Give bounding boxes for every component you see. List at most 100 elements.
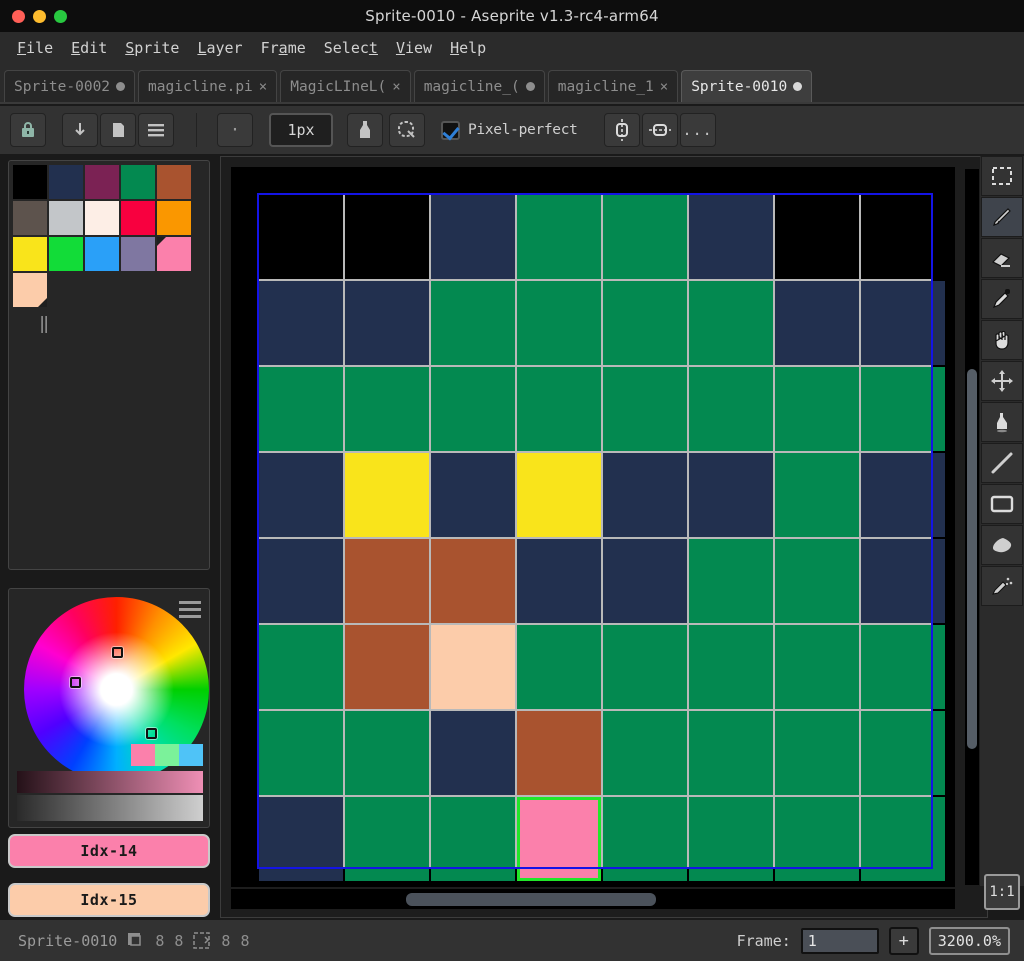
tool-blur[interactable] xyxy=(981,525,1023,565)
palette-swatch-3[interactable] xyxy=(121,165,155,199)
menu-item-layer[interactable]: Layer xyxy=(188,36,251,60)
recent-color-1[interactable] xyxy=(155,744,179,766)
tool-move[interactable] xyxy=(981,361,1023,401)
sprite-pixel-4-6[interactable] xyxy=(603,711,687,795)
sprite-pixel-0-5[interactable] xyxy=(259,625,343,709)
sprite-pixel-1-0[interactable] xyxy=(345,195,429,279)
sprite-pixel-1-4[interactable] xyxy=(345,539,429,623)
sprite-pixel-3-0[interactable] xyxy=(517,195,601,279)
hamburger-icon[interactable] xyxy=(138,113,174,147)
canvas-editor[interactable] xyxy=(220,156,988,918)
color-wheel-marker-2[interactable] xyxy=(146,728,157,739)
tool-rectangle[interactable] xyxy=(981,484,1023,524)
sprite-pixel-0-1[interactable] xyxy=(259,281,343,365)
sprite-pixel-3-5[interactable] xyxy=(517,625,601,709)
document-tab-0[interactable]: Sprite-0002 xyxy=(4,70,135,102)
sprite-pixel-3-4[interactable] xyxy=(517,539,601,623)
sprite-pixel-6-7[interactable] xyxy=(775,797,859,881)
sprite-pixel-grid[interactable] xyxy=(259,195,931,867)
palette-swatch-9[interactable] xyxy=(157,201,191,235)
paint-bucket-icon[interactable] xyxy=(347,113,383,147)
canvas-horizontal-scrollbar[interactable] xyxy=(231,889,955,909)
palette-swatch-1[interactable] xyxy=(49,165,83,199)
close-tab-icon[interactable]: × xyxy=(259,79,267,95)
sprite-pixel-1-7[interactable] xyxy=(345,797,429,881)
menu-item-view[interactable]: View xyxy=(387,36,441,60)
palette-swatch-11[interactable] xyxy=(49,237,83,271)
sprite-pixel-1-5[interactable] xyxy=(345,625,429,709)
zoom-reset-button[interactable]: 1:1 xyxy=(984,874,1020,910)
sprite-pixel-1-2[interactable] xyxy=(345,367,429,451)
lock-icon[interactable] xyxy=(10,113,46,147)
sprite-pixel-5-6[interactable] xyxy=(689,711,773,795)
sprite-pixel-7-1[interactable] xyxy=(861,281,945,365)
menu-item-sprite[interactable]: Sprite xyxy=(116,36,188,60)
add-frame-button[interactable]: + xyxy=(889,927,919,955)
document-tab-1[interactable]: magicline.pi× xyxy=(138,70,277,102)
brush-preview[interactable]: · xyxy=(217,113,253,147)
palette-swatch-4[interactable] xyxy=(157,165,191,199)
color-wheel-marker-1[interactable] xyxy=(70,677,81,688)
menu-item-file[interactable]: File xyxy=(8,36,62,60)
horizontal-scrollbar-thumb[interactable] xyxy=(406,893,656,906)
down-arrow-icon[interactable] xyxy=(62,113,98,147)
document-tab-5[interactable]: Sprite-0010 xyxy=(681,70,812,102)
sprite-pixel-4-3[interactable] xyxy=(603,453,687,537)
sprite-pixel-4-5[interactable] xyxy=(603,625,687,709)
sprite-pixel-2-0[interactable] xyxy=(431,195,515,279)
palette-swatch-13[interactable] xyxy=(121,237,155,271)
color-wheel-marker-0[interactable] xyxy=(112,647,123,658)
tool-paint-bucket[interactable] xyxy=(981,402,1023,442)
sprite-pixel-1-3[interactable] xyxy=(345,453,429,537)
sprite-pixel-3-3[interactable] xyxy=(517,453,601,537)
pixel-perfect-checkbox[interactable] xyxy=(441,121,460,140)
palette-grid[interactable] xyxy=(13,165,205,307)
close-tab-icon[interactable]: × xyxy=(392,79,400,95)
tool-spray[interactable] xyxy=(981,566,1023,606)
sprite-pixel-6-3[interactable] xyxy=(775,453,859,537)
vertical-scrollbar-thumb[interactable] xyxy=(967,369,977,749)
sprite-pixel-2-7[interactable] xyxy=(431,797,515,881)
unsaved-dot-icon[interactable] xyxy=(793,82,802,91)
palette-swatch-8[interactable] xyxy=(121,201,155,235)
sprite-pixel-4-4[interactable] xyxy=(603,539,687,623)
sprite-pixel-0-7[interactable] xyxy=(259,797,343,881)
page-icon[interactable] xyxy=(100,113,136,147)
sprite-pixel-6-0[interactable] xyxy=(775,195,859,279)
tool-rectangular-marquee[interactable] xyxy=(981,156,1023,196)
sprite-pixel-2-4[interactable] xyxy=(431,539,515,623)
document-tab-3[interactable]: magicline_( xyxy=(414,70,545,102)
sprite-pixel-6-6[interactable] xyxy=(775,711,859,795)
menu-item-help[interactable]: Help xyxy=(441,36,495,60)
palette-swatch-10[interactable] xyxy=(13,237,47,271)
sprite-pixel-6-2[interactable] xyxy=(775,367,859,451)
alpha-slider[interactable] xyxy=(17,771,203,793)
zoom-level-field[interactable]: 3200.0% xyxy=(929,927,1010,955)
document-tab-4[interactable]: magicline_1× xyxy=(548,70,678,102)
brush-size-field[interactable]: 1px xyxy=(269,113,333,147)
close-tab-icon[interactable]: × xyxy=(660,79,668,95)
sprite-pixel-5-4[interactable] xyxy=(689,539,773,623)
recent-color-2[interactable] xyxy=(179,744,203,766)
palette-swatch-12[interactable] xyxy=(85,237,119,271)
sprite-pixel-3-6[interactable] xyxy=(517,711,601,795)
canvas-vertical-scrollbar[interactable] xyxy=(965,169,979,885)
pixel-perfect-toggle[interactable]: Pixel-perfect xyxy=(441,121,578,140)
sprite-pixel-7-6[interactable] xyxy=(861,711,945,795)
sprite-pixel-7-7[interactable] xyxy=(861,797,945,881)
palette-swatch-5[interactable] xyxy=(13,201,47,235)
menu-item-frame[interactable]: Frame xyxy=(252,36,315,60)
sprite-pixel-2-3[interactable] xyxy=(431,453,515,537)
pixel-select-icon[interactable] xyxy=(389,113,425,147)
value-slider[interactable] xyxy=(17,795,203,821)
sprite-pixel-5-0[interactable] xyxy=(689,195,773,279)
recent-color-0[interactable] xyxy=(131,744,155,766)
sprite-pixel-2-1[interactable] xyxy=(431,281,515,365)
sprite-pixel-5-2[interactable] xyxy=(689,367,773,451)
symmetry-vertical-icon[interactable] xyxy=(604,113,640,147)
tool-line[interactable] xyxy=(981,443,1023,483)
sprite-pixel-0-0[interactable] xyxy=(259,195,343,279)
sprite-pixel-3-1[interactable] xyxy=(517,281,601,365)
unsaved-dot-icon[interactable] xyxy=(526,82,535,91)
sprite-pixel-1-1[interactable] xyxy=(345,281,429,365)
